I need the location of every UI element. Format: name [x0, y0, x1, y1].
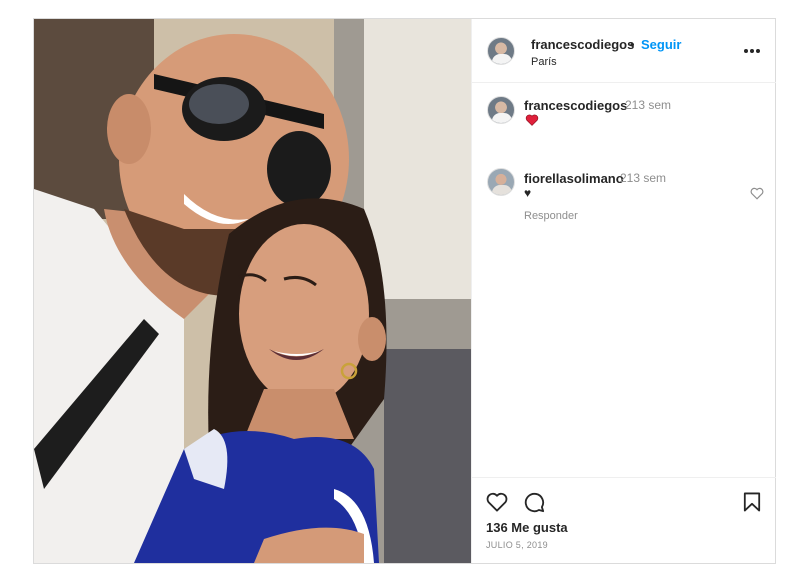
post-card: francescodiegos • Seguir París francesco… — [33, 18, 776, 564]
comment-like-heart-icon[interactable] — [750, 187, 764, 200]
author-username[interactable]: francescodiegos — [531, 37, 634, 52]
author-avatar[interactable] — [487, 37, 515, 65]
post-side-panel: francescodiegos • Seguir París francesco… — [471, 19, 776, 563]
separator-dot: • — [630, 37, 635, 52]
red-heart-emoji-icon — [525, 114, 539, 126]
post-actions: 136 Me gusta JULIO 5, 2019 — [472, 477, 776, 563]
comment-bubble-icon[interactable] — [523, 491, 545, 513]
more-options-icon[interactable] — [744, 47, 764, 55]
like-heart-icon[interactable] — [486, 492, 508, 512]
reply-button[interactable]: Responder — [524, 210, 578, 222]
post-date[interactable]: JULIO 5, 2019 — [486, 540, 548, 550]
commenter-username[interactable]: fiorellasolimano — [524, 171, 624, 186]
post-location[interactable]: París — [531, 56, 557, 68]
save-bookmark-icon[interactable] — [743, 492, 761, 512]
comment-time[interactable]: 213 sem — [620, 171, 666, 185]
caption-avatar[interactable] — [487, 96, 515, 124]
likes-count[interactable]: 136 Me gusta — [486, 520, 568, 535]
commenter-avatar[interactable] — [487, 168, 515, 196]
post-photo[interactable] — [34, 19, 471, 563]
caption-username[interactable]: francescodiegos — [524, 98, 627, 113]
couple-selfie-image — [34, 19, 471, 563]
comment-text: ♥ — [524, 186, 532, 200]
follow-button[interactable]: Seguir — [641, 37, 681, 52]
caption-time[interactable]: 213 sem — [625, 98, 671, 112]
post-header: francescodiegos • Seguir París — [472, 19, 776, 83]
